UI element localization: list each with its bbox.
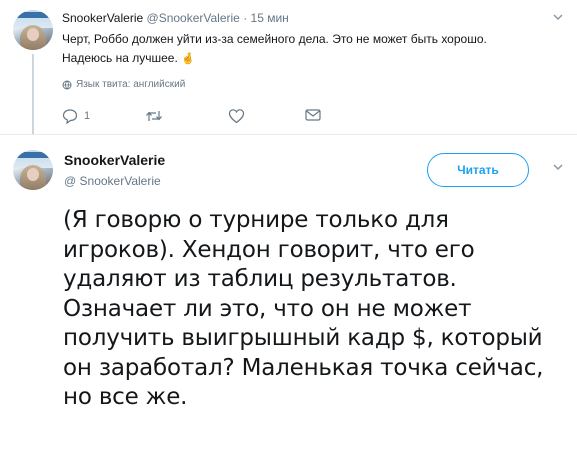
- handle[interactable]: @SnookerValerie: [147, 11, 240, 25]
- reply-count: 1: [84, 110, 91, 122]
- direct-message-icon: [305, 109, 321, 121]
- display-name[interactable]: SnookerValerie: [64, 152, 165, 168]
- timestamp[interactable]: 15 мин: [251, 11, 289, 25]
- thread-line: [32, 54, 34, 134]
- retweet-button[interactable]: [145, 108, 163, 124]
- crossed-fingers-emoji: 🤞: [181, 53, 195, 65]
- avatar[interactable]: [13, 150, 53, 190]
- tweet-text-line-1: Черт, Роббо должен уйти из-за семейного …: [62, 32, 487, 46]
- tweet-text: Черт, Роббо должен уйти из-за семейного …: [62, 30, 562, 69]
- avatar[interactable]: [13, 10, 53, 50]
- separator: ·: [243, 11, 248, 25]
- tweet-text-line-2: Надеюсь на лучшее.: [62, 51, 178, 65]
- direct-message-button[interactable]: [305, 108, 321, 122]
- reply-button[interactable]: 1: [62, 108, 90, 124]
- handle[interactable]: @ SnookerValerie: [64, 174, 161, 188]
- tweet-header: SnookerValerie @SnookerValerie · 15 мин: [62, 11, 289, 25]
- reply-icon: [62, 109, 78, 124]
- display-name[interactable]: SnookerValerie: [62, 11, 143, 25]
- follow-button[interactable]: Читать: [427, 153, 529, 187]
- like-icon: [228, 109, 245, 124]
- globe-icon: [62, 80, 72, 89]
- chevron-down-icon[interactable]: [551, 10, 565, 24]
- like-button[interactable]: [228, 108, 245, 124]
- language-label[interactable]: Язык твита: английский: [76, 79, 185, 90]
- tweet-language: Язык твита: английский: [62, 79, 185, 90]
- chevron-down-icon[interactable]: [551, 160, 565, 174]
- divider: [0, 134, 577, 135]
- retweet-icon: [146, 111, 162, 121]
- tweet-text: (Я говорю о турнире только для игроков).…: [63, 207, 544, 410]
